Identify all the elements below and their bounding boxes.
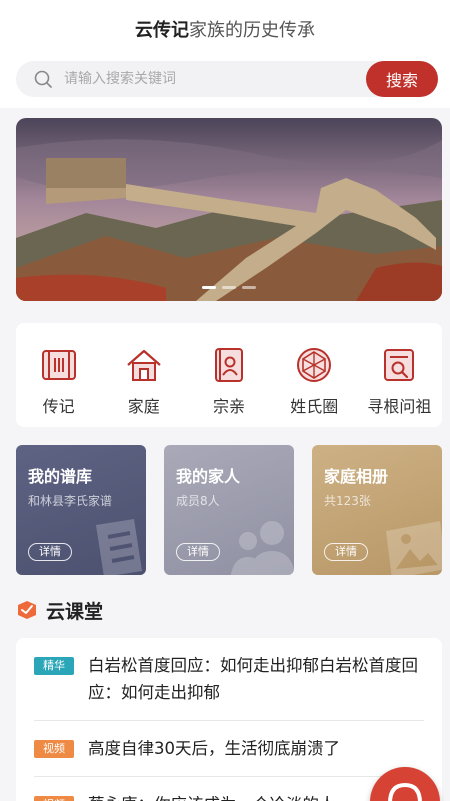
category-search-roots[interactable]: 寻根问祖	[357, 323, 442, 427]
category-label: 宗亲	[213, 397, 246, 416]
list-item[interactable]: 精华 白岩松首度回应：如何走出抑郁白岩松首度回应：如何走出抑郁	[34, 638, 424, 721]
card-family-album[interactable]: 家庭相册 共123张 详情	[312, 445, 442, 575]
category-family[interactable]: 家庭	[101, 323, 186, 427]
category-label: 姓氏圈	[290, 397, 339, 416]
search-bar: 搜索	[16, 61, 438, 97]
list-item[interactable]: 视频 高度自律30天后，生活彻底崩溃了	[34, 721, 424, 777]
carousel-dot[interactable]	[222, 286, 236, 289]
category-label: 传记	[42, 397, 75, 416]
list-item-title: 高度自律30天后，生活彻底崩溃了	[88, 739, 340, 758]
house-icon	[127, 349, 161, 381]
video-tag: 视频	[34, 740, 74, 758]
banner-carousel[interactable]	[16, 118, 442, 301]
category-surname-circle[interactable]: 姓氏圈	[272, 323, 357, 427]
document-icon	[96, 519, 142, 575]
headset-icon	[388, 782, 422, 801]
card-title: 家庭相册	[324, 467, 389, 486]
scroll-icon	[41, 350, 76, 380]
cloud-class-logo-icon	[18, 601, 36, 619]
featured-tag: 精华	[34, 657, 74, 675]
card-details-button[interactable]: 详情	[28, 543, 72, 561]
category-grid: 传记 家庭 宗亲 姓氏圈 寻根问祖	[16, 323, 442, 427]
card-title: 我的谱库	[28, 467, 93, 486]
carousel-indicator	[16, 274, 442, 293]
floating-action-button[interactable]	[370, 767, 440, 801]
list-item[interactable]: 视频 蔡永康：你应该成为一个冷淡的人	[34, 777, 424, 801]
app-title: 云传记家族的历史传承	[0, 16, 450, 42]
clan-book-icon	[215, 348, 243, 382]
surname-circle-icon	[297, 348, 332, 382]
card-title: 我的家人	[176, 467, 241, 486]
card-subtitle: 和林县李氏家谱	[28, 494, 113, 508]
cloud-class-header: 云课堂	[16, 596, 103, 624]
people-icon	[230, 521, 294, 575]
search-button[interactable]: 搜索	[366, 61, 438, 97]
list-item-title: 蔡永康：你应该成为一个冷淡的人	[88, 791, 336, 801]
carousel-dot[interactable]	[202, 286, 216, 289]
feature-cards: 我的谱库 和林县李氏家谱 详情 我的家人 成员8人 详情 家庭相册 共123张 …	[16, 445, 442, 575]
card-details-button[interactable]: 详情	[176, 543, 220, 561]
photo-icon	[386, 521, 442, 575]
card-my-family[interactable]: 我的家人 成员8人 详情	[164, 445, 294, 575]
search-icon	[34, 70, 52, 88]
app-brand: 云传记	[135, 20, 189, 41]
search-roots-icon	[384, 349, 415, 381]
card-my-genealogy[interactable]: 我的谱库 和林县李氏家谱 详情	[16, 445, 146, 575]
category-label: 寻根问祖	[367, 397, 432, 416]
category-clan[interactable]: 宗亲	[186, 323, 271, 427]
list-item-title: 白岩松首度回应：如何走出抑郁白岩松首度回应：如何走出抑郁	[88, 656, 418, 702]
app-tagline: 家族的历史传承	[189, 20, 315, 41]
card-details-button[interactable]: 详情	[324, 543, 368, 561]
search-input[interactable]	[64, 61, 364, 97]
cloud-class-title: 云课堂	[46, 600, 104, 623]
video-tag: 视频	[34, 796, 74, 801]
category-biography[interactable]: 传记	[16, 323, 101, 427]
card-subtitle: 共123张	[324, 494, 371, 508]
card-subtitle: 成员8人	[176, 494, 220, 508]
app-header: 云传记家族的历史传承 搜索	[0, 0, 450, 108]
category-label: 家庭	[127, 397, 160, 416]
carousel-dot[interactable]	[242, 286, 256, 289]
